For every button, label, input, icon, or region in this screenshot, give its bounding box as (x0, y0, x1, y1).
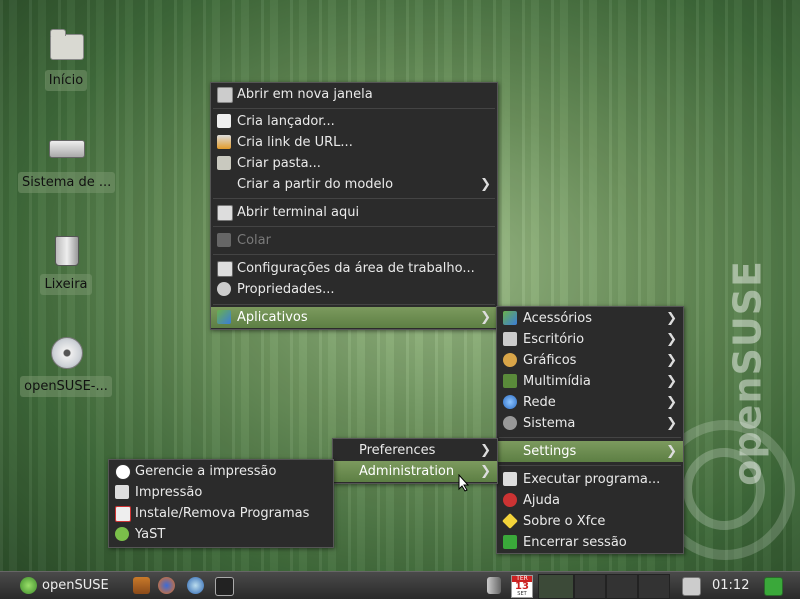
menu-item-create-url-link[interactable]: Cria link de URL... (211, 132, 497, 153)
menu-item-logout[interactable]: Encerrar sessão (497, 532, 683, 553)
menu-item-create-from-template[interactable]: Criar a partir do modelo ❯ (211, 174, 497, 195)
chevron-right-icon: ❯ (666, 416, 677, 431)
chevron-right-icon: ❯ (666, 311, 677, 326)
menu-item-network[interactable]: Rede ❯ (497, 392, 683, 413)
menu-item-administration[interactable]: Administration ❯ (333, 461, 497, 482)
chevron-right-icon: ❯ (480, 464, 491, 479)
graphics-icon (503, 353, 517, 367)
help-icon (503, 493, 517, 507)
accessories-icon (503, 311, 517, 325)
menu-item-graphics[interactable]: Gráficos ❯ (497, 350, 683, 371)
terminal-icon[interactable] (215, 577, 234, 596)
desktop-icon-label: Lixeira (40, 274, 92, 295)
opensuse-logo-icon (20, 577, 37, 594)
workspace-3[interactable] (606, 574, 638, 599)
office-icon (503, 332, 517, 346)
menu-item-open-terminal[interactable]: Abrir terminal aqui (211, 202, 497, 223)
home-folder-icon (50, 29, 84, 60)
workspace-1[interactable] (538, 574, 574, 599)
menu-item-settings[interactable]: Settings ❯ (497, 441, 683, 462)
printer-icon (115, 485, 129, 499)
menu-item-yast[interactable]: YaST (109, 524, 333, 545)
volume-icon[interactable] (487, 577, 501, 594)
menu-item-properties[interactable]: Propriedades... (211, 279, 497, 300)
menu-item-paste: Colar (211, 230, 497, 251)
firefox-icon[interactable] (158, 577, 175, 594)
taskbar: openSUSE TER 13 SET 01:12 (0, 571, 800, 599)
menu-item-install-remove[interactable]: Instale/Remova Programas (109, 503, 333, 524)
package-icon (115, 506, 131, 522)
menu-item-preferences[interactable]: Preferences ❯ (333, 440, 497, 461)
menu-item-accessories[interactable]: Acessórios ❯ (497, 308, 683, 329)
menu-item-system[interactable]: Sistema ❯ (497, 413, 683, 434)
menu-item-office[interactable]: Escritório ❯ (497, 329, 683, 350)
settings-menu: Preferences ❯ Administration ❯ (332, 438, 498, 484)
yast-icon (115, 527, 129, 541)
folder-icon (217, 156, 231, 170)
menu-item-desktop-settings[interactable]: Configurações da área de trabalho... (211, 258, 497, 279)
desktop-icon-filesystem[interactable]: Sistema de ... (18, 128, 116, 193)
workspace-4[interactable] (638, 574, 670, 599)
disc-icon (51, 337, 83, 369)
chevron-right-icon: ❯ (666, 332, 677, 347)
printer-manager-icon (115, 464, 131, 480)
chevron-right-icon: ❯ (666, 444, 677, 459)
administration-menu: Gerencie a impressão Impressão Instale/R… (108, 459, 334, 548)
globe-icon (503, 395, 517, 409)
clock[interactable]: 01:12 (712, 572, 749, 599)
mouse-cursor-icon (458, 474, 470, 492)
trash-icon (55, 236, 79, 266)
workspace-2[interactable] (574, 574, 606, 599)
calendar-widget[interactable]: TER 13 SET (511, 575, 533, 598)
hammer-icon[interactable] (133, 577, 150, 594)
multimedia-icon (503, 374, 517, 388)
menu-item-run-program[interactable]: Executar programa... (497, 469, 683, 490)
desktop-icon-label: Início (44, 70, 88, 91)
drive-icon (49, 140, 85, 158)
desktop-icon-trash[interactable]: Lixeira (18, 230, 114, 295)
wallpaper-logo: openSUSE (726, 260, 770, 486)
link-icon (217, 135, 231, 149)
menu-item-help[interactable]: Ajuda (497, 490, 683, 511)
menu-item-create-launcher[interactable]: Cria lançador... (211, 111, 497, 132)
settings-icon (217, 261, 233, 277)
menu-item-printing[interactable]: Impressão (109, 482, 333, 503)
desktop-icon-label: openSUSE-... (20, 376, 112, 397)
logout-icon (503, 535, 517, 549)
chevron-right-icon: ❯ (666, 374, 677, 389)
menu-item-create-folder[interactable]: Criar pasta... (211, 153, 497, 174)
start-button[interactable]: openSUSE (4, 572, 114, 599)
web-browser-icon[interactable] (187, 577, 204, 594)
menu-item-applications[interactable]: Aplicativos ❯ (211, 307, 497, 328)
menu-item-manage-printing[interactable]: Gerencie a impressão (109, 461, 333, 482)
desktop-context-menu: Abrir em nova janela Cria lançador... Cr… (210, 82, 498, 330)
chevron-right-icon: ❯ (480, 443, 491, 458)
window-icon (217, 87, 233, 103)
paste-icon (217, 233, 231, 247)
run-icon (503, 472, 517, 486)
terminal-icon (217, 205, 233, 221)
properties-icon (217, 282, 231, 296)
desktop-icon-label: Sistema de ... (18, 172, 116, 193)
applications-icon (217, 310, 231, 324)
applications-menu: Acessórios ❯ Escritório ❯ Gráficos ❯ Mul… (496, 306, 684, 554)
star-icon (502, 513, 518, 529)
notes-icon[interactable] (682, 577, 701, 596)
chevron-right-icon: ❯ (666, 353, 677, 368)
menu-item-about-xfce[interactable]: Sobre o Xfce (497, 511, 683, 532)
desktop-icon-home[interactable]: Início (18, 26, 114, 91)
chevron-right-icon: ❯ (666, 395, 677, 410)
gear-icon (503, 416, 517, 430)
document-icon (217, 114, 231, 128)
menu-item-open-new-window[interactable]: Abrir em nova janela (211, 84, 497, 105)
menu-item-multimedia[interactable]: Multimídia ❯ (497, 371, 683, 392)
desktop-icon-disc[interactable]: openSUSE-... (18, 332, 114, 397)
chevron-right-icon: ❯ (480, 310, 491, 325)
chevron-right-icon: ❯ (480, 177, 491, 192)
logout-icon[interactable] (764, 577, 783, 596)
